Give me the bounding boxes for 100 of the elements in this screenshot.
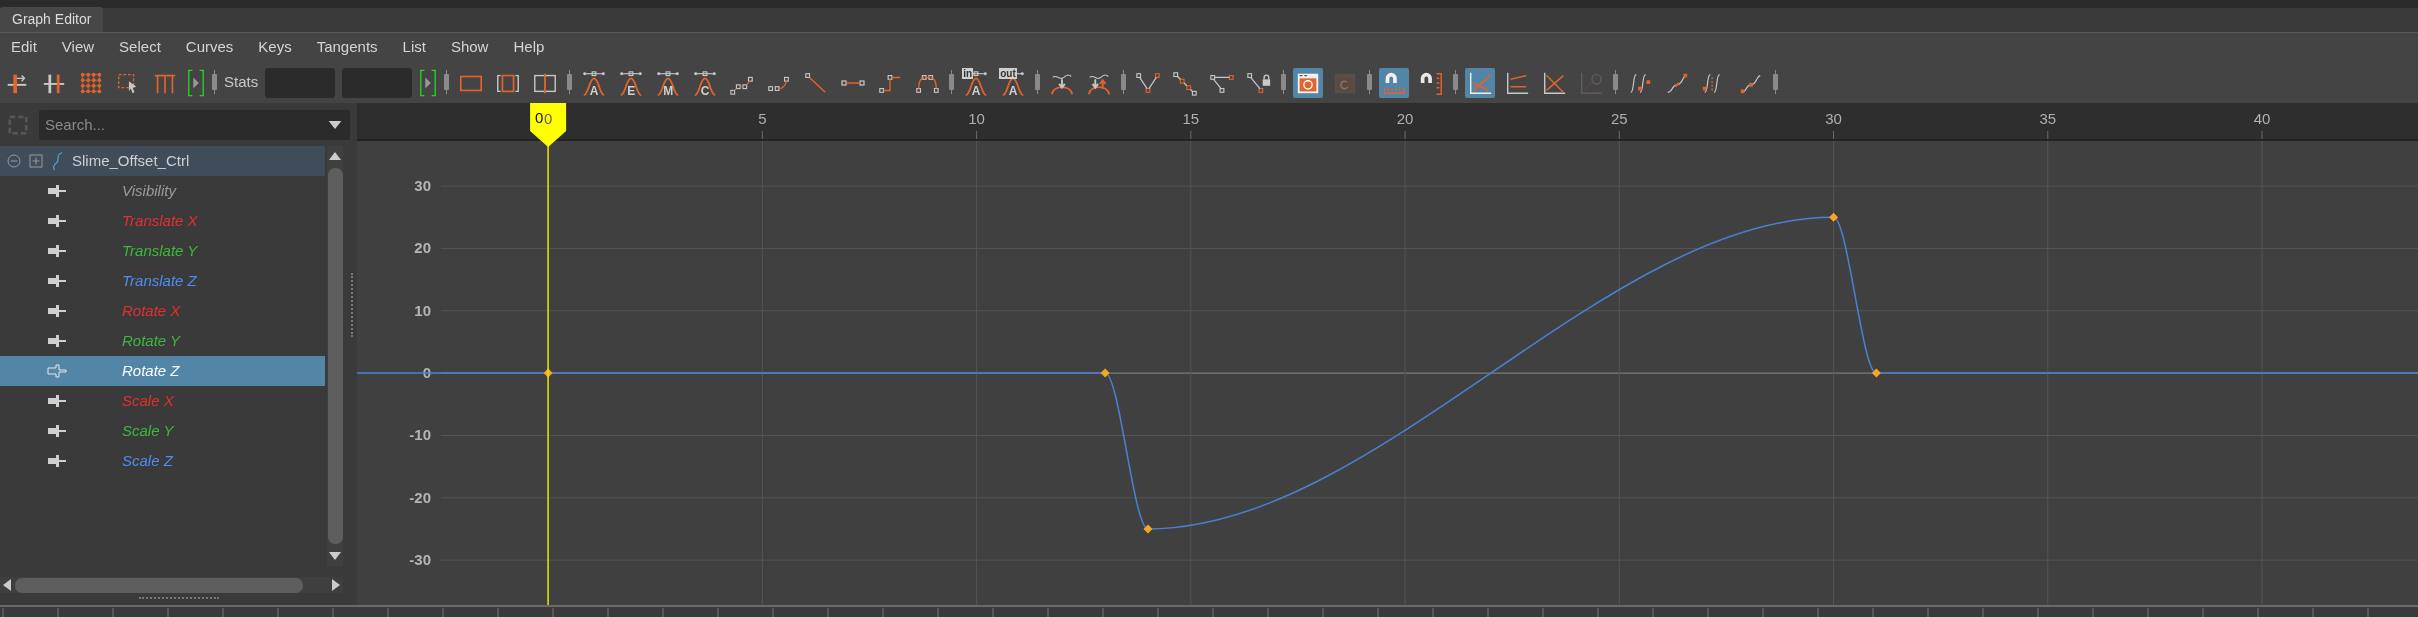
- toolbar-separator-handle[interactable]: [1613, 69, 1619, 96]
- tree-node-label: Slime_Offset_Ctrl: [72, 150, 190, 171]
- keyframe-marker[interactable]: [1100, 368, 1110, 378]
- keyframe-marker[interactable]: [1143, 524, 1153, 534]
- menu-item[interactable]: Help: [513, 36, 545, 59]
- tangent-button[interactable]: E: [616, 67, 647, 98]
- curve-icon: [618, 69, 645, 96]
- tangent-button[interactable]: C: [690, 67, 721, 98]
- toolbar-separator-handle[interactable]: [1035, 69, 1041, 96]
- frame-label: 25: [1610, 110, 1628, 127]
- attribute-label: Scale Z: [122, 450, 173, 471]
- toolbar-separator-handle[interactable]: [1281, 69, 1287, 96]
- toolbar-separator-handle[interactable]: [212, 69, 217, 96]
- menu-item[interactable]: Edit: [11, 36, 37, 59]
- splitter-handle[interactable]: [351, 273, 353, 337]
- attribute-row[interactable]: Scale Y: [0, 416, 325, 446]
- toolbar-separator-handle[interactable]: [1453, 69, 1459, 96]
- value-label: -20: [409, 488, 431, 506]
- attribute-row[interactable]: Visibility: [0, 176, 325, 206]
- frame-label: 40: [2253, 110, 2271, 127]
- tangent-button[interactable]: M: [653, 67, 684, 98]
- toolbar-separator-handle[interactable]: [444, 69, 450, 96]
- curve-icon: [655, 69, 682, 96]
- value-label: 20: [414, 239, 431, 257]
- plug-icon: [47, 214, 67, 228]
- horizontal-scrollbar[interactable]: [0, 577, 343, 593]
- scroll-down-icon[interactable]: [329, 552, 341, 560]
- attribute-row[interactable]: Rotate Y: [0, 326, 325, 356]
- keyframe-marker[interactable]: [1829, 212, 1839, 222]
- expand-all-icon[interactable]: [29, 154, 43, 168]
- collapse-icon[interactable]: [7, 154, 21, 168]
- scroll-right-icon[interactable]: [332, 579, 340, 591]
- attribute-label: Visibility: [122, 180, 176, 201]
- curve-icon: [692, 69, 719, 96]
- attribute-label: Rotate X: [122, 300, 181, 321]
- panel-tab[interactable]: Graph Editor: [0, 7, 104, 32]
- keyframe-marker[interactable]: [543, 368, 553, 378]
- menu-item[interactable]: View: [61, 36, 95, 59]
- toolbar-button[interactable]: [1379, 67, 1410, 98]
- search-field[interactable]: Search...: [39, 109, 350, 140]
- attribute-label: Translate Z: [122, 270, 197, 291]
- tangent-button[interactable]: A: [579, 67, 610, 98]
- menu-item[interactable]: Show: [450, 36, 489, 59]
- flat-tangent-icon: [841, 79, 866, 86]
- keyframe-marker[interactable]: [1871, 368, 1881, 378]
- toolbar-separator-handle[interactable]: [1121, 69, 1127, 96]
- plug-icon: [47, 304, 67, 318]
- attribute-label: Scale Y: [122, 420, 174, 441]
- tree-node-row[interactable]: Slime_Offset_Ctrl: [0, 146, 325, 176]
- toolbar-button[interactable]: [1465, 67, 1496, 98]
- value-label: 10: [414, 301, 431, 319]
- plug-icon: [47, 364, 67, 378]
- menu-item[interactable]: List: [402, 36, 426, 59]
- attribute-label: Rotate Y: [122, 330, 181, 351]
- frame-label: 35: [2039, 110, 2057, 127]
- value-label: 30: [414, 177, 431, 195]
- menu-item[interactable]: Tangents: [316, 36, 378, 59]
- plug-icon: [47, 334, 67, 348]
- time-slider-ruler[interactable]: [0, 605, 2418, 617]
- attribute-row[interactable]: Scale Z: [0, 446, 325, 476]
- toolbar-separator-handle[interactable]: [1367, 69, 1373, 96]
- frame-label: 0: [543, 110, 553, 127]
- curve-object-icon: [51, 151, 64, 171]
- plug-icon: [47, 454, 67, 468]
- dropdown-caret-icon[interactable]: [328, 120, 342, 130]
- collapse-toggle-icon[interactable]: [419, 67, 438, 98]
- plug-icon: [47, 274, 67, 288]
- value-label: -30: [409, 551, 431, 569]
- frame-label: 10: [968, 110, 985, 127]
- stats-field[interactable]: [342, 67, 413, 98]
- attribute-label: Translate Y: [122, 240, 198, 261]
- value-label: -10: [409, 426, 431, 444]
- attribute-label: Rotate Z: [122, 360, 180, 381]
- toolbar-separator-handle[interactable]: [949, 69, 955, 96]
- plug-icon: [47, 244, 67, 258]
- frame-label: 15: [1182, 110, 1200, 127]
- menu-item[interactable]: Select: [119, 36, 161, 59]
- toolbar-separator-handle[interactable]: [567, 69, 573, 96]
- tangent-button[interactable]: out A: [998, 67, 1029, 98]
- scroll-left-icon[interactable]: [3, 579, 11, 591]
- curve-icon: [581, 69, 608, 96]
- attribute-row[interactable]: Translate Y: [0, 236, 325, 266]
- scroll-up-icon[interactable]: [329, 152, 341, 160]
- attribute-label: Translate X: [122, 210, 198, 231]
- attribute-label: Scale X: [122, 390, 174, 411]
- time-ruler[interactable]: [357, 103, 2418, 140]
- collapse-toggle-icon[interactable]: [187, 67, 205, 98]
- menu-item[interactable]: Keys: [258, 36, 292, 59]
- frame-label: 20: [1396, 110, 1414, 127]
- menu-item[interactable]: Curves: [185, 36, 234, 59]
- toolbar-separator-handle[interactable]: [1773, 69, 1779, 96]
- tangent-button[interactable]: in A: [961, 67, 992, 98]
- scrollbar-thumb[interactable]: [15, 577, 303, 593]
- plug-icon: [47, 424, 67, 438]
- curve-icon: [963, 69, 990, 96]
- attribute-row[interactable]: Translate Z: [0, 266, 325, 296]
- stats-field[interactable]: [265, 67, 336, 98]
- toolbar-button[interactable]: [1293, 67, 1324, 98]
- attribute-row[interactable]: Rotate Z: [0, 356, 325, 386]
- plug-icon: [47, 394, 67, 408]
